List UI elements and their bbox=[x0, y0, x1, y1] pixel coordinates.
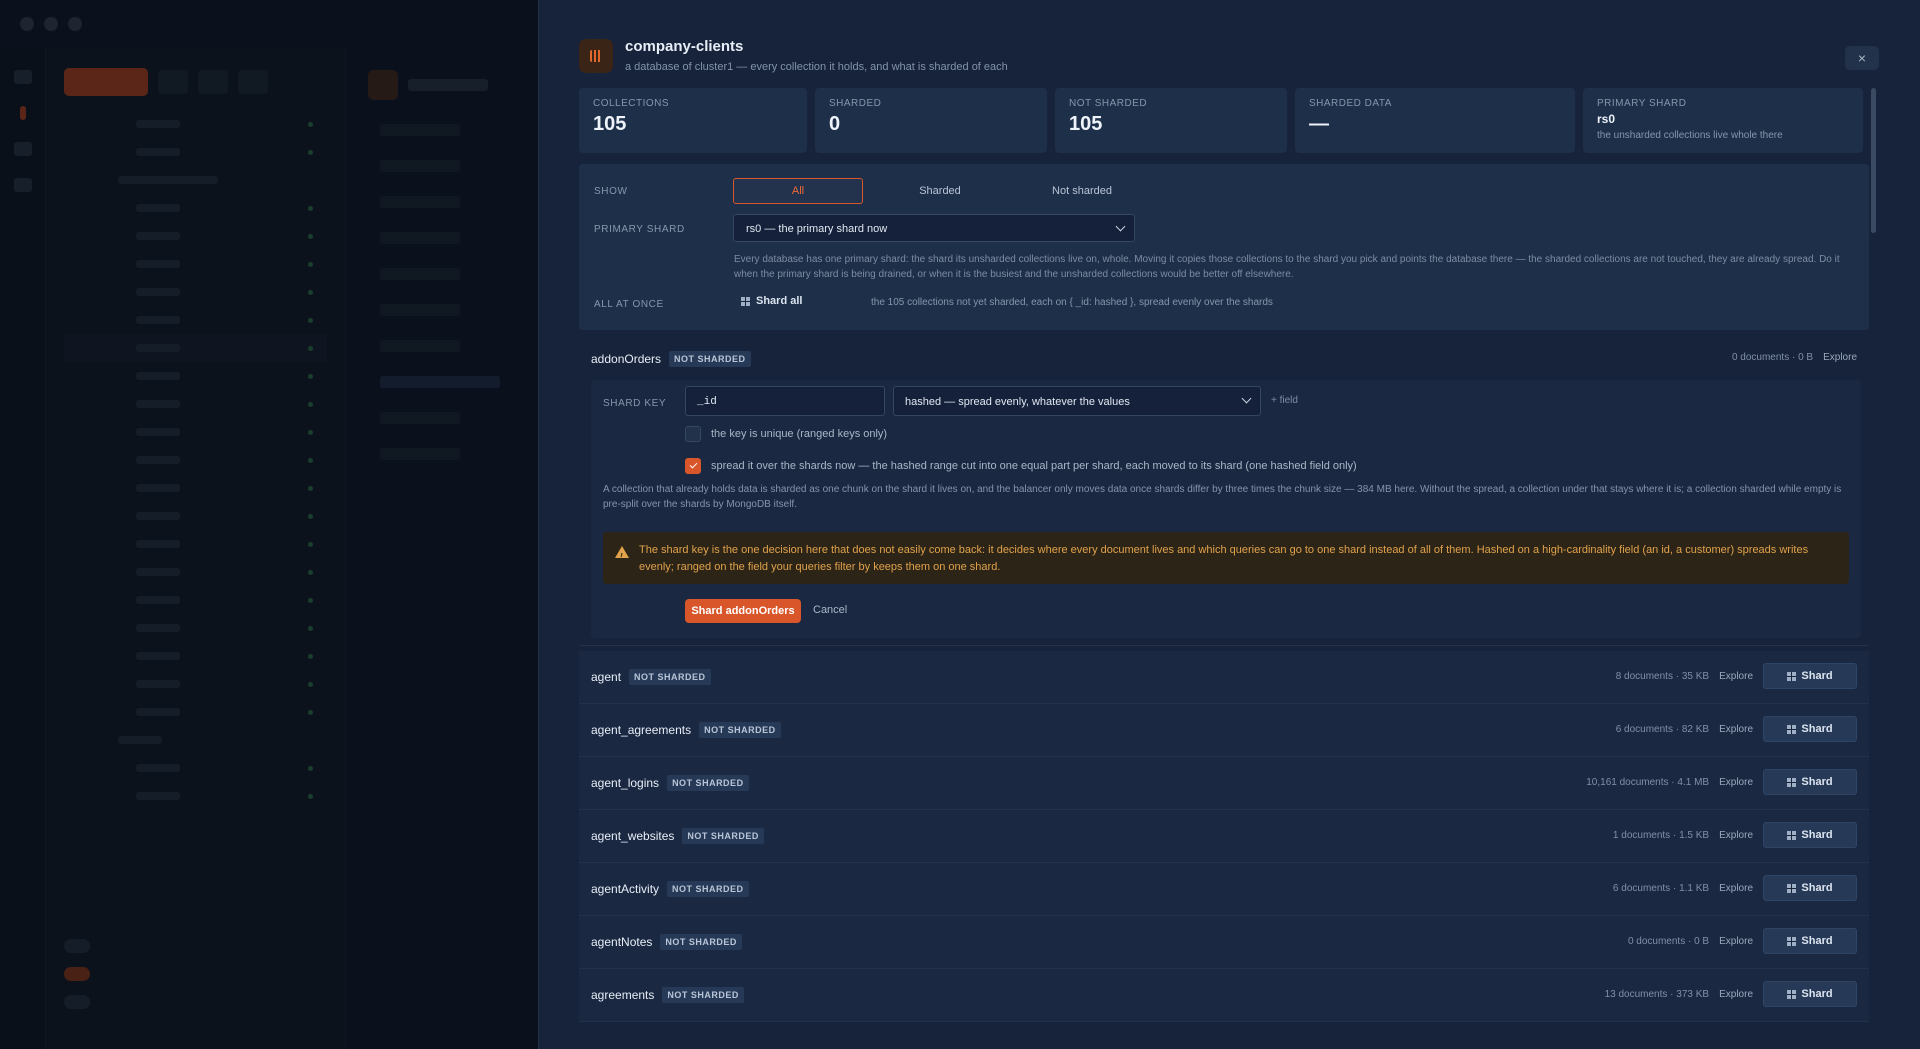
grid-icon bbox=[1787, 671, 1797, 681]
shard-button[interactable]: Shard bbox=[1763, 928, 1857, 954]
collection-row[interactable]: agentNotes NOT SHARDED 0 documents · 0 B E… bbox=[579, 916, 1869, 969]
drawer-title: company-clients bbox=[625, 38, 744, 55]
collection-meta: 8 documents · 35 KB bbox=[1615, 670, 1710, 682]
database-drawer: company-clients a database of cluster1 —… bbox=[538, 0, 1920, 1049]
chevron-down-icon bbox=[1241, 393, 1252, 404]
status-badge: NOT SHARDED bbox=[669, 351, 751, 367]
collection-name[interactable]: addonOrders bbox=[591, 352, 661, 366]
collection-meta: 0 documents · 0 B bbox=[1627, 935, 1710, 947]
explore-link[interactable]: Explore bbox=[1719, 671, 1753, 682]
shard-button[interactable]: Shard bbox=[1763, 663, 1857, 689]
shard-collection-button[interactable]: Shard addonOrders bbox=[685, 599, 801, 623]
grid-icon bbox=[1787, 777, 1797, 787]
modal-backdrop[interactable] bbox=[0, 0, 540, 1049]
drawer-subtitle: a database of cluster1 — every collectio… bbox=[625, 61, 1008, 73]
shard-all-note: the 105 collections not yet sharded, eac… bbox=[871, 297, 1273, 308]
explore-link[interactable]: Explore bbox=[1719, 936, 1753, 947]
cancel-button[interactable]: Cancel bbox=[813, 604, 847, 616]
shard-button[interactable]: Shard bbox=[1763, 716, 1857, 742]
stat-not-sharded: NOT SHARDED 105 bbox=[1055, 88, 1287, 153]
add-field-link[interactable]: + field bbox=[1271, 395, 1298, 406]
collection-meta: 6 documents · 82 KB bbox=[1615, 723, 1710, 735]
collection-row[interactable]: agent_agreements NOT SHARDED 6 documents … bbox=[579, 704, 1869, 757]
grid-icon bbox=[1787, 724, 1797, 734]
grid-icon bbox=[741, 296, 750, 306]
explore-link[interactable]: Explore bbox=[1719, 989, 1753, 1000]
collection-name[interactable]: agent_agreements bbox=[591, 723, 691, 737]
shard-key-field-input[interactable]: _id bbox=[685, 386, 885, 416]
grid-icon bbox=[1787, 883, 1797, 893]
collection-row[interactable]: agreements NOT SHARDED 13 documents · 373… bbox=[579, 969, 1869, 1022]
warning-icon bbox=[615, 546, 629, 565]
status-badge: NOT SHARDED bbox=[667, 881, 749, 897]
filter-not-sharded[interactable]: Not sharded bbox=[1017, 178, 1147, 204]
status-badge: NOT SHARDED bbox=[699, 722, 781, 738]
explore-link[interactable]: Explore bbox=[1823, 352, 1857, 363]
status-badge: NOT SHARDED bbox=[667, 775, 749, 791]
grid-icon bbox=[1787, 830, 1797, 840]
chevron-down-icon bbox=[1115, 221, 1126, 232]
stat-collections: COLLECTIONS 105 bbox=[579, 88, 807, 153]
collection-meta: 0 documents · 0 B bbox=[1731, 352, 1814, 363]
explore-link[interactable]: Explore bbox=[1719, 777, 1753, 788]
primary-shard-description: Every database has one primary shard: th… bbox=[734, 254, 1840, 280]
shard-all-button[interactable]: Shard all bbox=[741, 295, 802, 307]
shard-button[interactable]: Shard bbox=[1763, 875, 1857, 901]
collection-name[interactable]: agent bbox=[591, 670, 621, 684]
all-at-once-label: ALL AT ONCE bbox=[594, 299, 664, 310]
collection-name[interactable]: agreements bbox=[591, 988, 654, 1002]
status-badge: NOT SHARDED bbox=[682, 828, 764, 844]
close-button[interactable]: × bbox=[1845, 46, 1879, 70]
collection-meta: 6 documents · 1.1 KB bbox=[1612, 882, 1710, 894]
controls-panel: SHOW All Sharded Not sharded PRIMARY SHA… bbox=[579, 164, 1869, 330]
explore-link[interactable]: Explore bbox=[1719, 830, 1753, 841]
stats-row: COLLECTIONS 105 SHARDED 0 NOT SHARDED 10… bbox=[579, 88, 1863, 153]
spread-option[interactable]: spread it over the shards now — the hash… bbox=[685, 458, 1357, 474]
filter-all[interactable]: All bbox=[733, 178, 863, 204]
shard-button[interactable]: Shard bbox=[1763, 981, 1857, 1007]
explore-link[interactable]: Explore bbox=[1719, 883, 1753, 894]
collection-name[interactable]: agent_websites bbox=[591, 829, 674, 843]
collection-meta: 1 documents · 1.5 KB bbox=[1612, 829, 1710, 841]
unique-checkbox[interactable] bbox=[685, 426, 701, 442]
shard-key-type-select[interactable]: hashed — spread evenly, whatever the val… bbox=[893, 386, 1261, 416]
collection-meta: 13 documents · 373 KB bbox=[1604, 988, 1710, 1000]
drawer-header: company-clients a database of cluster1 —… bbox=[579, 38, 1008, 73]
stat-primary-shard: PRIMARY SHARD rs0 the unsharded collecti… bbox=[1583, 88, 1863, 153]
shard-button[interactable]: Shard bbox=[1763, 769, 1857, 795]
collection-name[interactable]: agentNotes bbox=[591, 935, 652, 949]
show-label: SHOW bbox=[594, 186, 628, 197]
stat-sharded: SHARDED 0 bbox=[815, 88, 1047, 153]
warning-callout: The shard key is the one decision here t… bbox=[603, 532, 1849, 584]
collection-expanded: addonOrders NOT SHARDED 0 documents · 0 … bbox=[579, 340, 1869, 646]
spread-checkbox[interactable] bbox=[685, 458, 701, 474]
status-badge: NOT SHARDED bbox=[662, 987, 744, 1003]
grid-icon bbox=[1787, 989, 1797, 999]
database-icon bbox=[579, 38, 613, 73]
collection-row[interactable]: agent NOT SHARDED 8 documents · 35 KB Expl… bbox=[579, 651, 1869, 704]
status-badge: NOT SHARDED bbox=[629, 669, 711, 685]
stat-sharded-data: SHARDED DATA — bbox=[1295, 88, 1575, 153]
shard-explanation: A collection that already holds data is … bbox=[603, 484, 1842, 510]
shard-key-label: SHARD KEY bbox=[603, 398, 667, 409]
status-badge: NOT SHARDED bbox=[660, 934, 742, 950]
shard-form: SHARD KEY _id hashed — spread evenly, wh… bbox=[591, 380, 1861, 638]
explore-link[interactable]: Explore bbox=[1719, 724, 1753, 735]
scrollbar[interactable] bbox=[1871, 88, 1876, 233]
filter-sharded[interactable]: Sharded bbox=[875, 178, 1005, 204]
primary-shard-select[interactable]: rs0 — the primary shard now bbox=[733, 214, 1135, 242]
collection-name[interactable]: agent_logins bbox=[591, 776, 659, 790]
collection-meta: 10,161 documents · 4.1 MB bbox=[1586, 776, 1710, 788]
unique-option[interactable]: the key is unique (ranged keys only) bbox=[685, 426, 887, 442]
collection-row[interactable]: agent_logins NOT SHARDED 10,161 documents… bbox=[579, 757, 1869, 810]
grid-icon bbox=[1787, 936, 1797, 946]
shard-button[interactable]: Shard bbox=[1763, 822, 1857, 848]
primary-shard-label: PRIMARY SHARD bbox=[594, 224, 685, 235]
collection-name[interactable]: agentActivity bbox=[591, 882, 659, 896]
collection-row[interactable]: agent_websites NOT SHARDED 1 documents · … bbox=[579, 810, 1869, 863]
collection-row[interactable]: agentActivity NOT SHARDED 6 documents · 1… bbox=[579, 863, 1869, 916]
